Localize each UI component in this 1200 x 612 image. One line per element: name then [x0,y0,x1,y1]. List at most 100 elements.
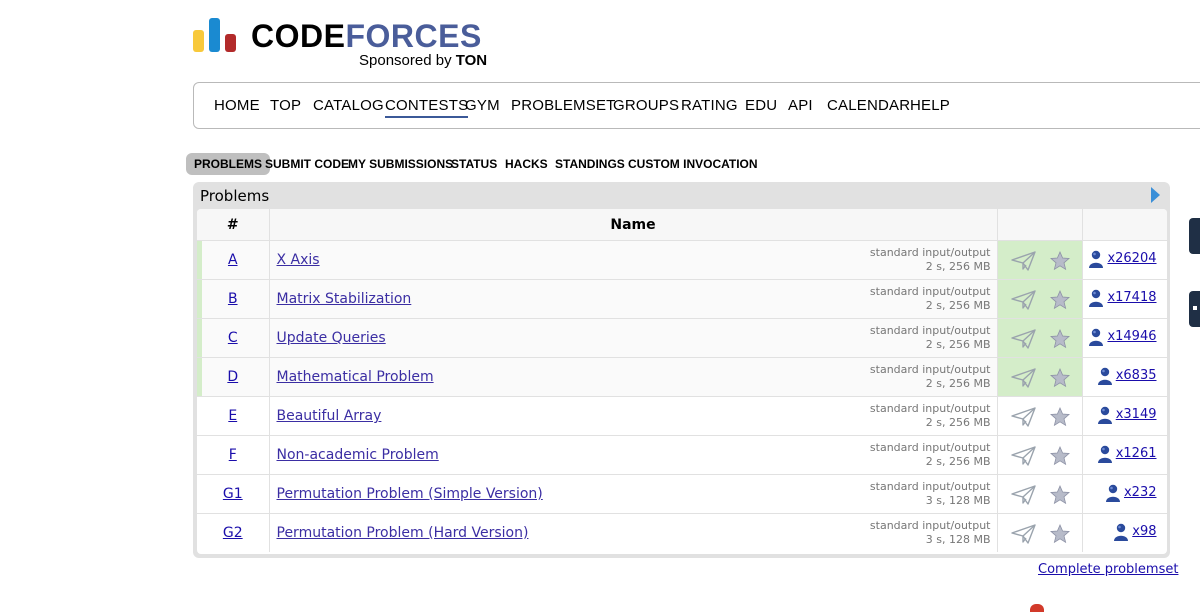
star-icon[interactable] [1049,328,1070,353]
nav-home[interactable]: HOME [214,97,260,114]
problem-solved-cell: x6835 [1082,357,1167,397]
problem-name-cell: Permutation Problem (Hard Version) standa… [269,513,998,552]
star-icon[interactable] [1049,250,1070,275]
problem-index-link[interactable]: G2 [223,525,243,541]
paper-plane-icon[interactable] [1010,251,1037,275]
star-icon[interactable] [1049,484,1070,509]
table-header-row: # Name [197,209,1167,241]
problem-limits: standard input/output 2 s, 256 MB [870,363,991,391]
problem-actions-cell [997,474,1083,514]
problem-name-link[interactable]: Non-academic Problem [277,447,439,463]
user-icon [1113,523,1129,545]
problem-name-cell: Matrix Stabilization standard input/outpu… [269,279,998,319]
problem-time-memory: 3 s, 128 MB [925,494,991,507]
star-icon[interactable] [1049,445,1070,470]
nav-gym[interactable]: GYM [465,97,500,114]
solved-count-link[interactable]: x1261 [1116,446,1157,461]
nav-edu[interactable]: EDU [745,97,777,114]
problem-name-link[interactable]: Update Queries [277,330,386,346]
solved-count-link[interactable]: x232 [1124,485,1157,500]
problem-time-memory: 2 s, 256 MB [925,455,991,468]
problem-solved-cell: x17418 [1082,279,1167,319]
table-row: C Update Queries standard input/output 2 s,… [197,318,1167,358]
problem-actions-cell [997,513,1083,552]
solved-count-link[interactable]: x98 [1132,524,1156,539]
accepted-marker [197,280,202,318]
solved-count-link[interactable]: x14946 [1107,329,1156,344]
problems-table: # Name AX Axis standard input/output 2 s, … [197,209,1167,552]
accepted-marker [197,358,202,396]
nav-contests[interactable]: CONTESTS [385,97,469,118]
star-icon[interactable] [1049,523,1070,548]
solved-count-link[interactable]: x17418 [1107,290,1156,305]
problem-name-link[interactable]: Permutation Problem (Simple Version) [277,486,543,502]
logo-bars-icon [193,14,239,52]
user-icon [1097,445,1113,467]
problem-index-link[interactable]: G1 [223,486,243,502]
nav-groups[interactable]: GROUPS [613,97,679,114]
problem-index-link[interactable]: C [228,330,238,346]
subnav-custom-invocation[interactable]: CUSTOM INVOCATION [620,153,766,175]
problem-limits: standard input/output 3 s, 128 MB [870,519,991,547]
problem-name-link[interactable]: Permutation Problem (Hard Version) [277,525,529,541]
sponsor-prefix: Sponsored by [359,52,452,69]
problem-name-link[interactable]: Mathematical Problem [277,369,434,385]
star-icon[interactable] [1049,406,1070,431]
paper-plane-icon[interactable] [1010,368,1037,392]
user-icon [1105,484,1121,506]
paper-plane-icon[interactable] [1010,446,1037,470]
problem-index-link[interactable]: B [228,291,238,307]
star-icon[interactable] [1049,367,1070,392]
problem-name-link[interactable]: X Axis [277,252,320,268]
table-row: G2 Permutation Problem (Hard Version) stan… [197,513,1167,552]
side-tab[interactable] [1189,291,1200,327]
solved-count-link[interactable]: x3149 [1116,407,1157,422]
paper-plane-icon[interactable] [1010,329,1037,353]
problem-io: standard input/output [869,324,991,337]
problem-solved-cell: x3149 [1082,396,1167,436]
nav-rating[interactable]: RATING [681,97,738,114]
paper-plane-icon[interactable] [1010,485,1037,509]
problem-name-cell: Non-academic Problem standard input/outpu… [269,435,998,475]
problem-name-link[interactable]: Matrix Stabilization [277,291,412,307]
table-row: F Non-academic Problem standard input/outp… [197,435,1167,475]
problem-io: standard input/output [869,441,991,454]
complete-problemset-link[interactable]: Complete problemset [1038,562,1178,577]
nav-api[interactable]: API [788,97,813,114]
accepted-marker [197,241,202,279]
paper-plane-icon[interactable] [1010,407,1037,431]
triangle-right-icon[interactable] [1151,187,1160,203]
nav-top[interactable]: TOP [270,97,301,114]
problem-io: standard input/output [869,402,991,415]
star-icon[interactable] [1049,289,1070,314]
solved-count-link[interactable]: x6835 [1116,368,1157,383]
problem-index-link[interactable]: F [229,447,237,463]
paper-plane-icon[interactable] [1010,524,1037,548]
nav-catalog[interactable]: CATALOG [313,97,384,114]
nav-problemset[interactable]: PROBLEMSET [511,97,616,114]
problem-index-cell: E [197,396,270,436]
problem-index-link[interactable]: E [228,408,237,424]
user-icon [1097,406,1113,428]
logo-word-forces: FORCES [345,18,482,54]
table-row: D Mathematical Problem standard input/outp… [197,357,1167,397]
problem-index-link[interactable]: A [228,252,238,268]
table-row: G1 Permutation Problem (Simple Version) st… [197,474,1167,514]
subnav-status[interactable]: STATUS [443,153,505,175]
problem-time-memory: 2 s, 256 MB [925,260,991,273]
problem-actions-cell [997,357,1083,397]
side-tab[interactable] [1189,218,1200,254]
paper-plane-icon[interactable] [1010,290,1037,314]
nav-help[interactable]: HELP [910,97,950,114]
problem-name-link[interactable]: Beautiful Array [277,408,382,424]
problem-index-link[interactable]: D [227,369,238,385]
codeforces-logo[interactable]: CODEFORCES Sponsored by TON [193,14,513,74]
problem-time-memory: 2 s, 256 MB [925,416,991,429]
problem-name-cell: Beautiful Array standard input/output 2 s,… [269,396,998,436]
problem-limits: standard input/output 2 s, 256 MB [870,285,991,313]
problem-actions-cell [997,240,1083,280]
problem-io: standard input/output [869,519,991,532]
nav-calendar[interactable]: CALENDAR [827,97,910,114]
problem-actions-cell [997,435,1083,475]
solved-count-link[interactable]: x26204 [1107,251,1156,266]
